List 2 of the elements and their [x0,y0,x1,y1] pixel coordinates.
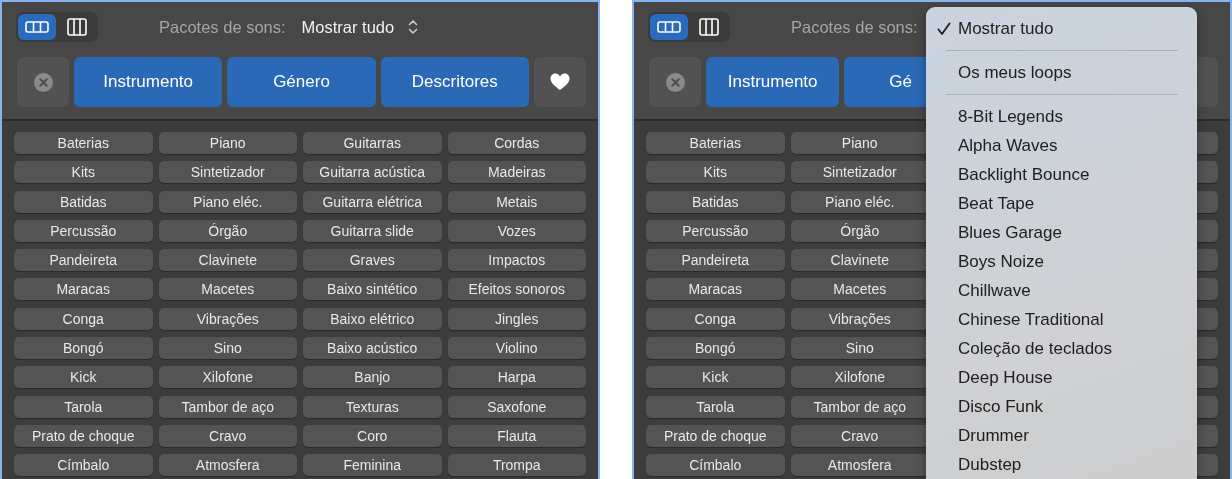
sound-packs-label: Pacotes de sons: [791,17,918,37]
sound-packs-label: Pacotes de sons: [159,17,286,37]
